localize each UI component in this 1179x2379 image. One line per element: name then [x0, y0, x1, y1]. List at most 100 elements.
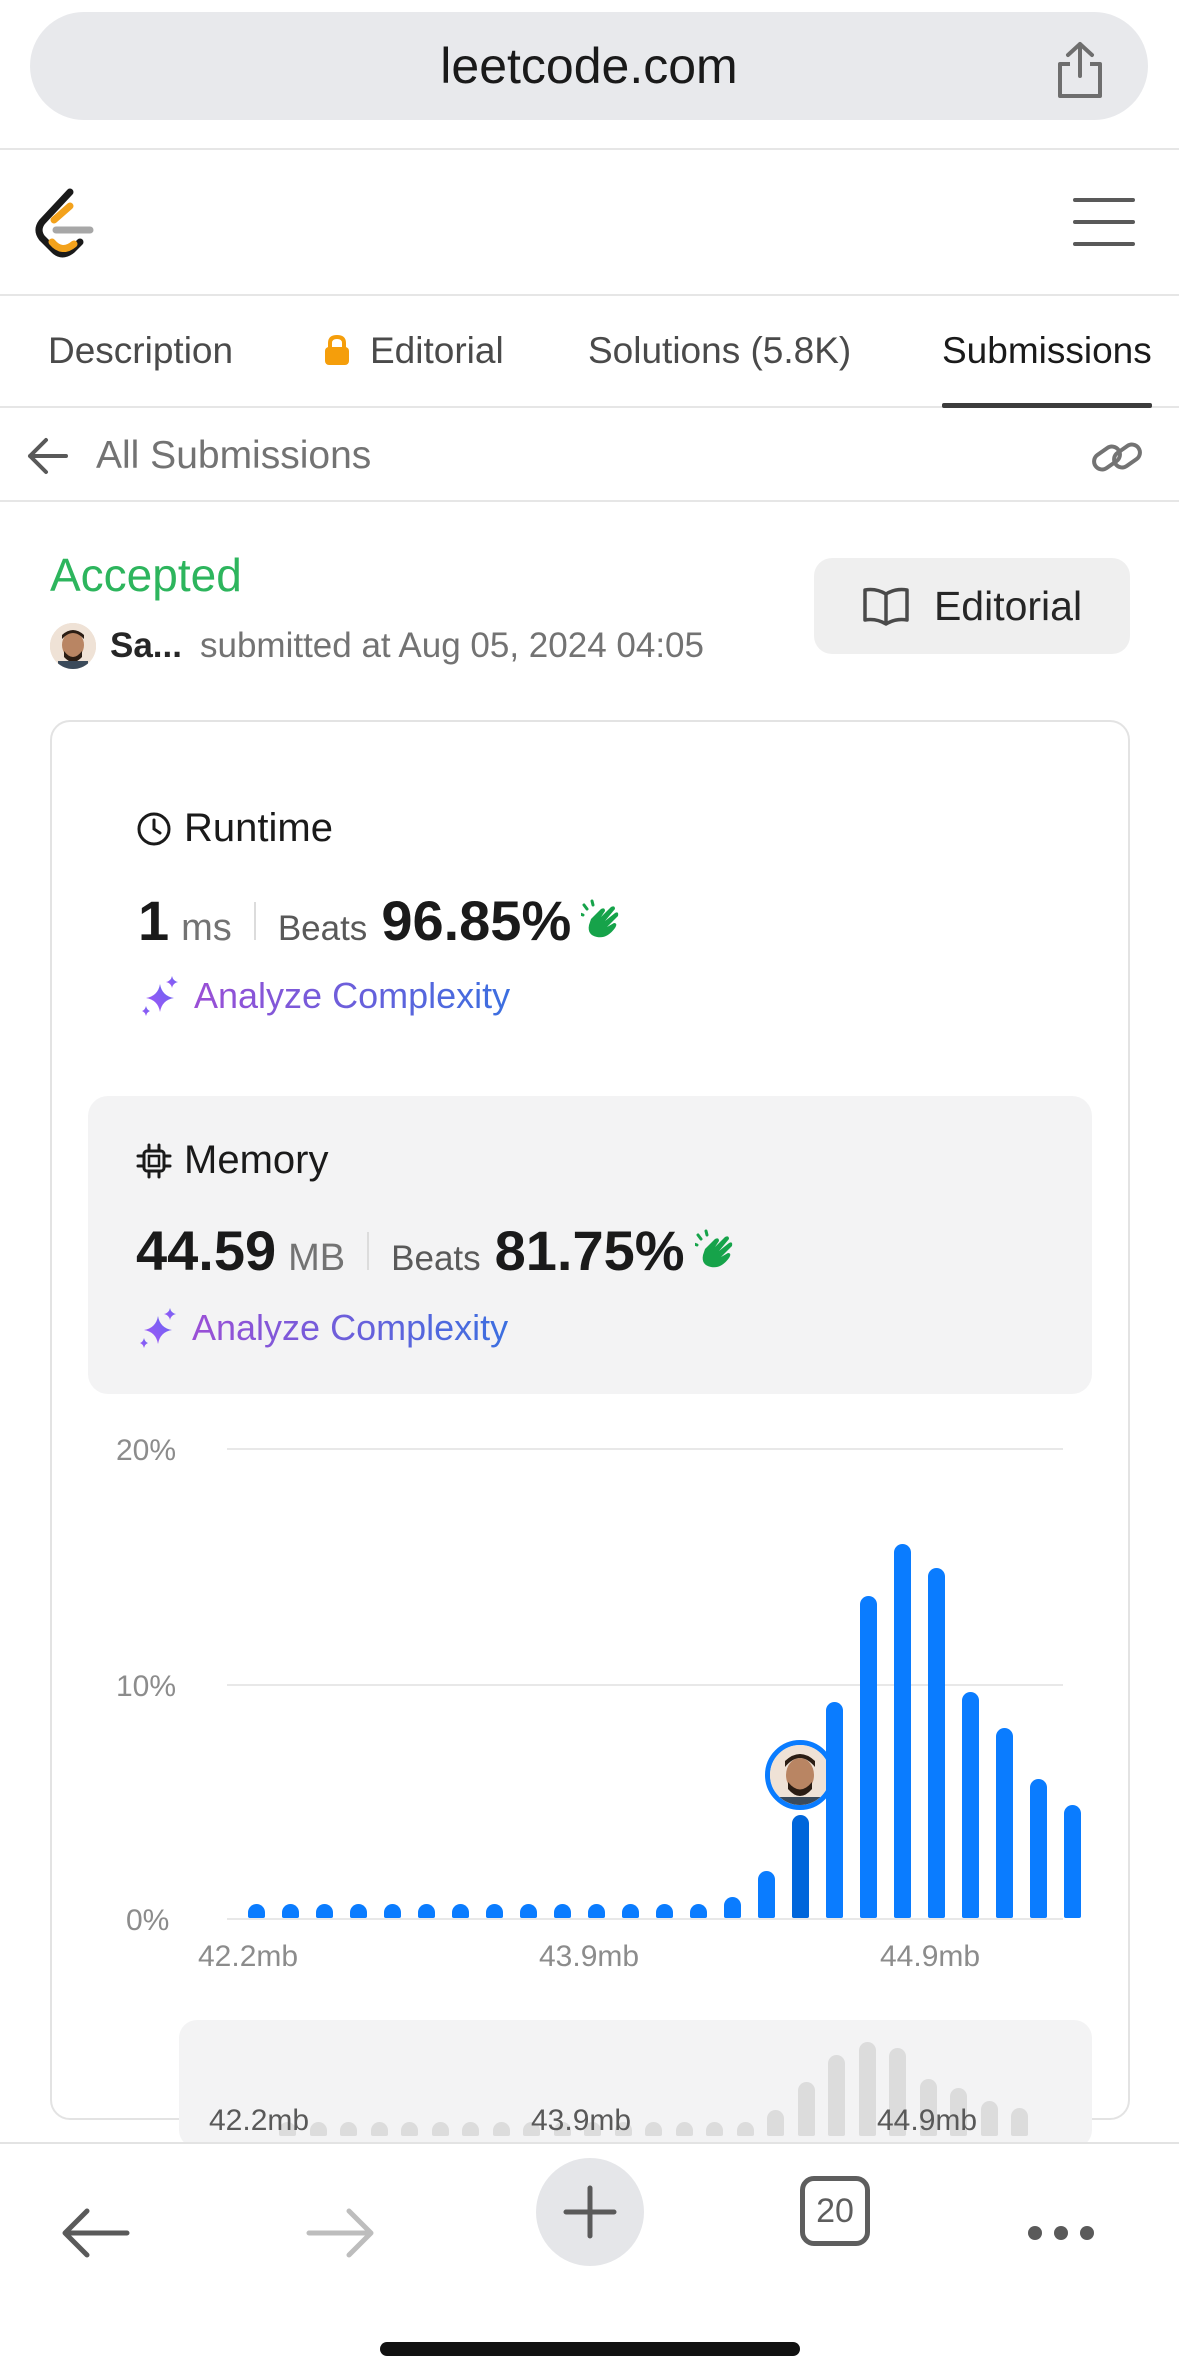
- chart-bar[interactable]: [622, 1903, 639, 1918]
- memory-title: Memory: [136, 1138, 328, 1183]
- chart-bar[interactable]: [486, 1903, 503, 1918]
- tab-description[interactable]: Description: [48, 298, 233, 408]
- tab-label: Description: [48, 330, 234, 371]
- chart-bar[interactable]: [826, 1701, 843, 1918]
- sparkle-icon: [140, 1308, 176, 1348]
- chart-bar[interactable]: [962, 1692, 979, 1918]
- chip-icon: [136, 1143, 172, 1178]
- chart-bar[interactable]: [1030, 1779, 1047, 1918]
- x-tick-label: 43.9mb: [539, 1940, 640, 1973]
- chart-bar[interactable]: [656, 1903, 673, 1918]
- new-tab-button[interactable]: [536, 2158, 644, 2266]
- chart-bar[interactable]: [452, 1903, 469, 1918]
- overview-bar: [797, 2081, 815, 2136]
- active-tab-indicator: [942, 403, 1152, 408]
- menu-icon[interactable]: [1073, 196, 1135, 248]
- overview-label: 42.2mb: [209, 2104, 310, 2137]
- share-icon[interactable]: [1052, 40, 1108, 100]
- chart-bar[interactable]: [1064, 1805, 1081, 1918]
- memory-distribution-chart[interactable]: 20% 10% 0% 42.2mb 43.9mb 44.9mb: [52, 1412, 1132, 1973]
- runtime-beats-percent: 96.85%: [381, 889, 572, 952]
- runtime-label: Runtime: [184, 806, 333, 850]
- submitter-name[interactable]: Sa...: [110, 626, 182, 666]
- chart-bar[interactable]: [520, 1903, 537, 1918]
- submitter-info: Sa... submitted at Aug 05, 2024 04:05: [50, 622, 704, 670]
- memory-analyze-complexity[interactable]: Analyze Complexity: [136, 1306, 508, 1350]
- plus-icon: [563, 2185, 617, 2239]
- browser-forward-button[interactable]: [286, 2178, 396, 2288]
- runtime-title: Runtime: [136, 806, 333, 851]
- overview-bar: [1011, 2107, 1028, 2136]
- clap-icon: [694, 1229, 732, 1267]
- home-indicator[interactable]: [380, 2342, 800, 2356]
- chart-bar[interactable]: [996, 1727, 1013, 1918]
- memory-beats-percent: 81.75%: [494, 1219, 685, 1282]
- chart-bar[interactable]: [690, 1903, 707, 1918]
- runtime-analyze-complexity[interactable]: Analyze Complexity: [138, 974, 510, 1018]
- overview-bar: [767, 2109, 784, 2136]
- tab-solutions[interactable]: Solutions (5.8K): [588, 298, 851, 408]
- chart-bar[interactable]: [792, 1814, 809, 1918]
- runtime-beats-label: Beats: [277, 909, 368, 948]
- overview-bar: [401, 2122, 418, 2136]
- overview-bar: [858, 2042, 876, 2136]
- more-options-button[interactable]: [1006, 2178, 1116, 2288]
- editorial-button[interactable]: Editorial: [814, 558, 1130, 654]
- overview-bar: [736, 2122, 754, 2136]
- more-dots-icon: [1028, 2226, 1094, 2240]
- x-tick-label: 42.2mb: [198, 1940, 299, 1973]
- memory-unit: MB: [288, 1237, 346, 1279]
- chart-bar[interactable]: [282, 1903, 299, 1918]
- overview-bar: [340, 2122, 357, 2136]
- tab-editorial[interactable]: Editorial: [322, 298, 504, 408]
- back-arrow-icon[interactable]: [26, 436, 68, 476]
- link-icon[interactable]: [1091, 434, 1143, 480]
- browser-back-button[interactable]: [40, 2178, 150, 2288]
- chart-range-overview[interactable]: 42.2mb 43.9mb 44.9mb: [179, 2020, 1092, 2148]
- x-tick-label: 44.9mb: [880, 1940, 981, 1973]
- url-text[interactable]: leetcode.com: [30, 12, 1148, 120]
- leetcode-logo-icon[interactable]: [32, 186, 98, 262]
- tab-count-button[interactable]: 20: [800, 2176, 870, 2246]
- address-bar[interactable]: leetcode.com: [30, 12, 1148, 120]
- avatar-face-icon: [50, 623, 96, 669]
- gridline: [227, 1448, 1063, 1450]
- chart-bar[interactable]: [384, 1903, 401, 1918]
- submission-status: Accepted: [50, 549, 242, 601]
- chart-bar[interactable]: [248, 1903, 265, 1918]
- chart-bar[interactable]: [724, 1896, 741, 1918]
- site-header: [0, 152, 1179, 296]
- chart-bar[interactable]: [554, 1903, 571, 1918]
- chart-bar[interactable]: [588, 1903, 605, 1918]
- overview-bar: [492, 2122, 510, 2136]
- memory-label: Memory: [184, 1138, 329, 1182]
- chart-bar[interactable]: [758, 1871, 775, 1918]
- overview-bar: [706, 2122, 723, 2136]
- chart-bar[interactable]: [418, 1903, 435, 1918]
- analyze-complexity-label: Analyze Complexity: [192, 1307, 509, 1348]
- browser-address-area: leetcode.com: [0, 0, 1179, 150]
- y-tick-label: 10%: [116, 1670, 177, 1703]
- submission-nav-row: All Submissions: [0, 410, 1179, 502]
- avatar[interactable]: [50, 623, 96, 669]
- overview-label: 43.9mb: [531, 2104, 632, 2137]
- chart-bar[interactable]: [928, 1567, 945, 1918]
- memory-stats: 44.59 MB Beats 81.75%: [136, 1218, 739, 1283]
- arrow-right-icon: [306, 2208, 374, 2258]
- chart-bar[interactable]: [894, 1544, 911, 1918]
- chart-bar[interactable]: [350, 1903, 367, 1918]
- your-submission-avatar[interactable]: [765, 1739, 835, 1810]
- chart-bar[interactable]: [860, 1596, 877, 1918]
- chart-bar[interactable]: [316, 1903, 333, 1918]
- memory-beats-label: Beats: [391, 1239, 481, 1278]
- memory-panel[interactable]: Memory 44.59 MB Beats 81.75% Analyze Com…: [88, 1096, 1092, 1394]
- submitted-time: submitted at Aug 05, 2024 04:05: [199, 626, 704, 665]
- problem-tabs: Description Editorial Solutions (5.8K) S…: [0, 298, 1179, 408]
- tab-submissions[interactable]: Submissions: [942, 298, 1152, 408]
- overview-bar: [645, 2122, 662, 2136]
- book-icon: [863, 587, 909, 626]
- all-submissions-link[interactable]: All Submissions: [96, 410, 371, 502]
- runtime-unit: ms: [181, 907, 232, 949]
- performance-card: Runtime 1 ms Beats 96.85% Analyze Comple…: [50, 720, 1132, 2148]
- overview-bar: [309, 2122, 327, 2136]
